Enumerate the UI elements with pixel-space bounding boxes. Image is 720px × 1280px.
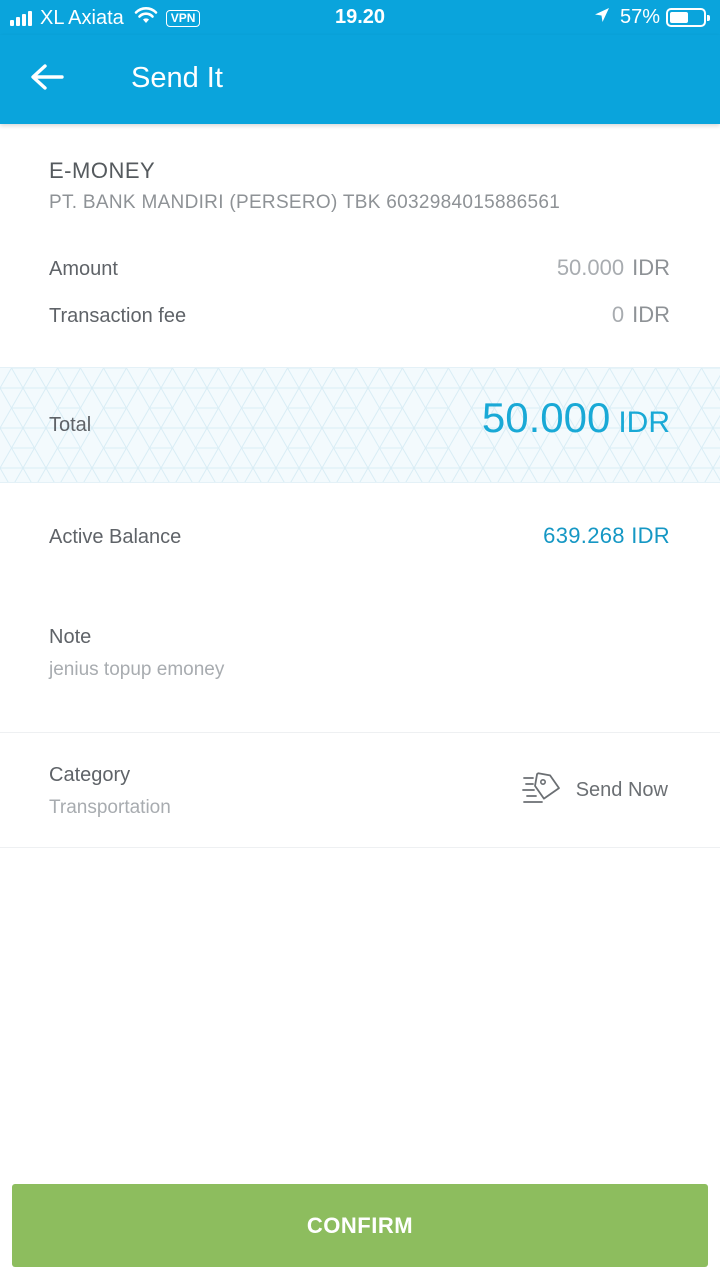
location-arrow-icon: [594, 6, 610, 29]
amount-value: 50.000: [556, 255, 625, 280]
battery-icon: [666, 8, 710, 27]
total-band: Total 50.000 IDR: [0, 367, 720, 483]
tag-send-icon: [521, 770, 562, 811]
confirm-button[interactable]: CONFIRM: [12, 1184, 708, 1267]
total-currency: IDR: [618, 406, 670, 439]
recipient-type: E-MONEY: [49, 158, 156, 183]
amount-value-group: 50.000 IDR: [557, 255, 670, 281]
recipient-info: E-MONEY PT. BANK MANDIRI (PERSERO) TBK 6…: [49, 158, 560, 214]
balance-label: Active Balance: [49, 526, 182, 548]
note-field[interactable]: Note jenius topup emoney: [49, 626, 224, 681]
fee-label: Transaction fee: [49, 305, 187, 327]
status-right: 57%: [594, 6, 710, 29]
category-field[interactable]: Category Transportation: [49, 764, 171, 819]
category-label: Category: [49, 764, 131, 786]
divider: [0, 847, 720, 848]
back-button[interactable]: [22, 57, 72, 101]
arrow-left-icon: [30, 63, 64, 96]
amount-currency: IDR: [632, 255, 670, 280]
recipient-detail: PT. BANK MANDIRI (PERSERO) TBK 603298401…: [49, 192, 561, 213]
divider: [0, 732, 720, 733]
send-now-button[interactable]: Send Now: [521, 770, 668, 811]
fee-value-group: 0 IDR: [612, 302, 670, 328]
battery-tip: [707, 15, 710, 21]
note-label: Note: [49, 626, 92, 648]
total-label: Total: [49, 414, 92, 436]
balance-value: 639.268 IDR: [543, 523, 670, 548]
fee-currency: IDR: [632, 302, 670, 327]
app-bar: Send It: [0, 35, 720, 124]
category-value: Transportation: [49, 797, 171, 818]
amount-label: Amount: [49, 258, 118, 280]
total-value-group: 50.000 IDR: [482, 394, 670, 442]
battery-percent: 57%: [619, 6, 660, 28]
amount-row: Amount 50.000 IDR: [49, 255, 670, 281]
page-title: Send It: [131, 62, 223, 94]
total-value: 50.000: [481, 394, 611, 441]
note-value: jenius topup emoney: [49, 659, 225, 680]
send-now-label: Send Now: [575, 779, 668, 801]
balance-row: Active Balance 639.268 IDR: [49, 523, 670, 549]
battery-fill: [670, 12, 689, 23]
fee-row: Transaction fee 0 IDR: [49, 302, 670, 328]
fee-value: 0: [611, 302, 625, 327]
status-bar: XL Axiata VPN 19.20 57%: [0, 0, 720, 35]
